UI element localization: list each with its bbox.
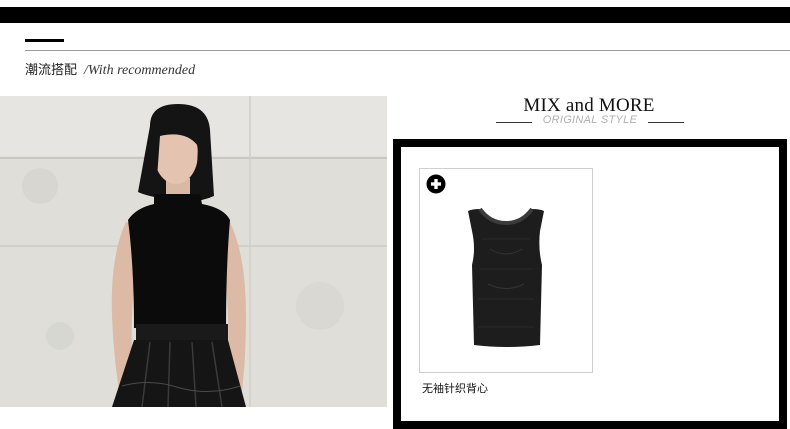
product-name[interactable]: 无袖针织背心 — [422, 380, 488, 396]
section-title-cn: 潮流搭配 — [25, 63, 78, 78]
subtitle-left-line — [496, 122, 532, 123]
product-image[interactable] — [420, 169, 592, 372]
model-illustration — [0, 96, 387, 407]
section-accent-line — [25, 39, 64, 42]
mix-subtitle: ORIGINAL STYLE — [542, 114, 638, 126]
top-banner-bar — [0, 7, 790, 23]
plus-circle-icon[interactable] — [426, 174, 446, 194]
section-title: 潮流搭配/With recommended — [25, 59, 195, 79]
subtitle-right-line — [648, 122, 684, 123]
model-photo[interactable] — [0, 96, 387, 407]
section-title-en: /With recommended — [84, 63, 196, 78]
product-card[interactable] — [419, 168, 593, 373]
section-divider — [25, 50, 790, 51]
